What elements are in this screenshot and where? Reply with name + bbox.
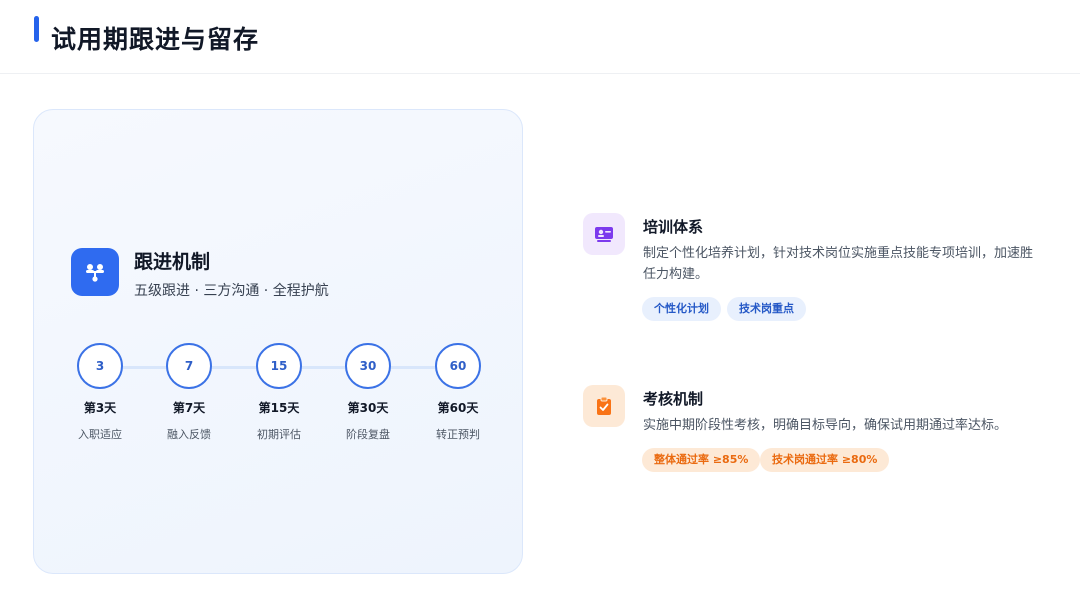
step-number-circle: 3 — [77, 343, 123, 389]
team-hierarchy-icon — [71, 248, 119, 296]
training-tag: 个性化计划 — [642, 297, 721, 321]
training-description: 制定个性化培养计划，针对技术岗位实施重点技能专项培训，加速胜任力构建。 — [643, 246, 1034, 282]
assessment-description: 实施中期阶段性考核，明确目标导向，确保试用期通过率达标。 — [643, 418, 1008, 433]
training-tag: 技术岗重点 — [727, 297, 806, 321]
assessment-tag: 技术岗通过率 ≥80% — [760, 448, 890, 472]
step-number-circle: 30 — [345, 343, 391, 389]
step-description: 阶段复盘 — [346, 428, 390, 441]
step-number-circle: 7 — [166, 343, 212, 389]
training-title: 培训体系 — [643, 218, 704, 236]
follow-up-card: 跟进机制 五级跟进 · 三方沟通 · 全程护航 3 第3天 入职适应 7 第7天… — [33, 109, 523, 574]
mechanism-subtitle: 五级跟进 · 三方沟通 · 全程护航 — [134, 283, 329, 299]
step-description: 融入反馈 — [167, 428, 211, 441]
training-board-icon — [583, 213, 625, 255]
title-accent-bar — [34, 16, 39, 42]
timeline-step: 60 第60天 转正预判 — [413, 343, 503, 442]
page-header: 试用期跟进与留存 — [0, 0, 1080, 74]
assessment-title: 考核机制 — [643, 390, 704, 408]
clipboard-check-icon — [583, 385, 625, 427]
step-day-label: 第30天 — [347, 401, 389, 415]
mechanism-title: 跟进机制 — [134, 251, 211, 273]
step-day-label: 第15天 — [258, 401, 300, 415]
step-day-label: 第3天 — [83, 401, 117, 415]
timeline-step: 7 第7天 融入反馈 — [144, 343, 234, 442]
step-description: 入职适应 — [78, 428, 122, 441]
timeline-step: 30 第30天 阶段复盘 — [323, 343, 413, 442]
step-day-label: 第7天 — [172, 401, 206, 415]
timeline-step: 3 第3天 入职适应 — [55, 343, 145, 442]
page-title: 试用期跟进与留存 — [51, 25, 260, 54]
assessment-tag: 整体通过率 ≥85% — [642, 448, 761, 472]
step-number-circle: 15 — [256, 343, 302, 389]
step-description: 初期评估 — [257, 428, 301, 441]
step-number-circle: 60 — [435, 343, 481, 389]
step-description: 转正预判 — [436, 428, 480, 441]
timeline-step: 15 第15天 初期评估 — [234, 343, 324, 442]
step-day-label: 第60天 — [437, 401, 479, 415]
